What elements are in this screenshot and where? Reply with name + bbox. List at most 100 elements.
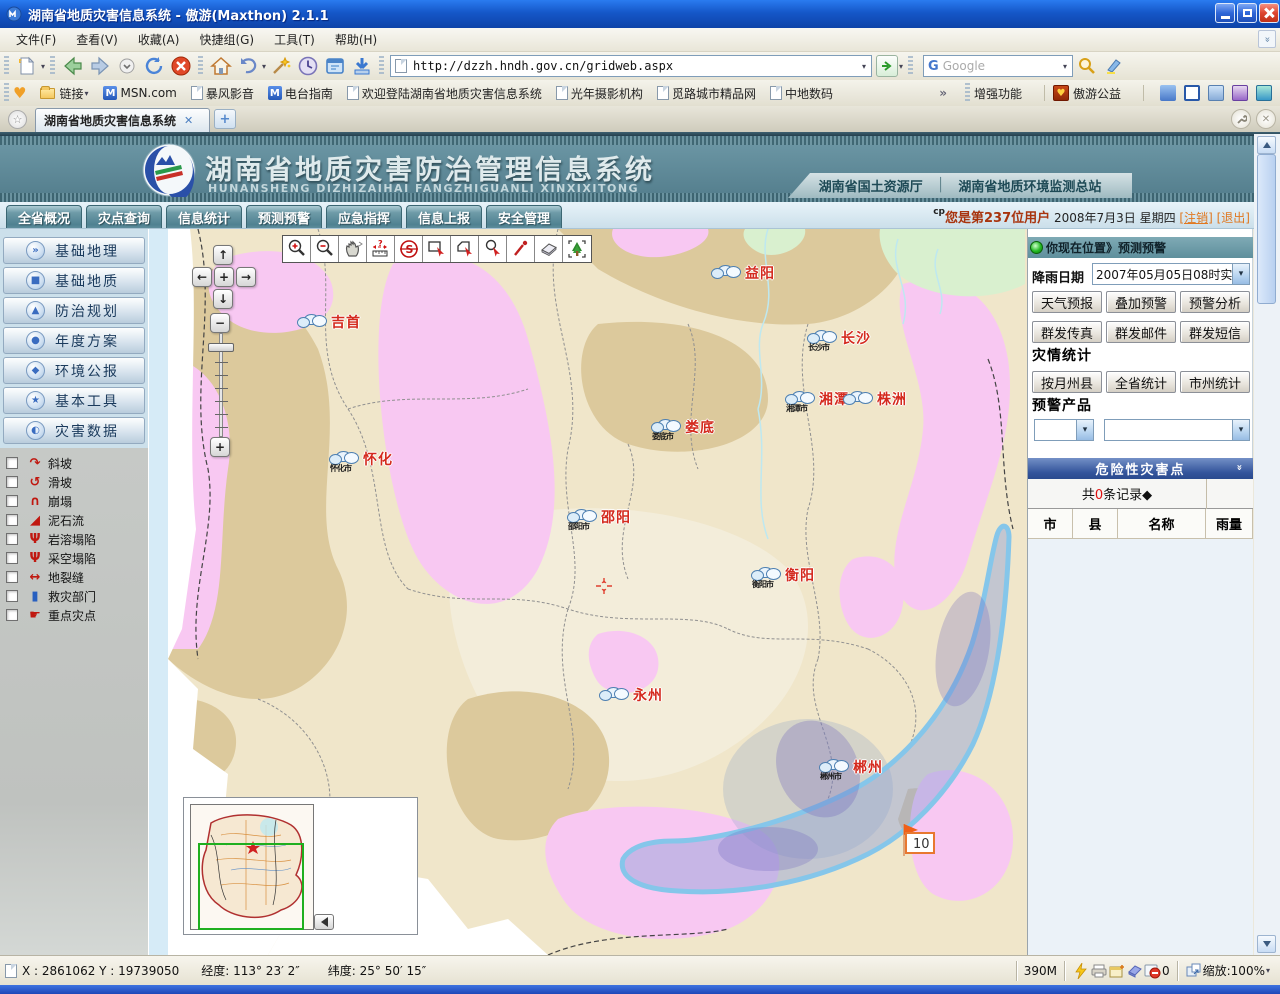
- bulk-fax-button[interactable]: 群发传真: [1032, 321, 1102, 343]
- collapse-checkbox[interactable]: [6, 495, 18, 507]
- slope-checkbox[interactable]: [6, 457, 18, 469]
- link-zhongdi[interactable]: 中地数码: [770, 85, 833, 102]
- product-item-select[interactable]: ▾: [1104, 419, 1250, 441]
- screen-capture-button[interactable]: [321, 54, 348, 78]
- pan-left-button[interactable]: ←: [192, 267, 212, 287]
- measure-tool[interactable]: ?: [367, 236, 395, 262]
- boost-button[interactable]: [1072, 963, 1090, 979]
- rain-date-select[interactable]: 2007年05月05日08时实况 ▾: [1092, 263, 1250, 285]
- fissure-checkbox[interactable]: [6, 571, 18, 583]
- sidebar-item-env-bulletin[interactable]: ◆环境公报: [3, 357, 145, 384]
- menu-help[interactable]: 帮助(H): [325, 28, 387, 51]
- eraser-tool[interactable]: [535, 236, 563, 262]
- search-engine-caret[interactable]: ▾: [1063, 62, 1067, 71]
- province-stats-button[interactable]: 全省统计: [1106, 371, 1176, 393]
- undo-caret[interactable]: ▾: [262, 62, 266, 71]
- download-button[interactable]: [348, 54, 375, 78]
- flag-marker[interactable]: 10: [899, 821, 939, 863]
- landslide-checkbox[interactable]: [6, 476, 18, 488]
- sidebar-item-basic-geography[interactable]: »基础地理: [3, 237, 145, 264]
- map-viewport[interactable]: ? S ↑ ← + → ↓ − + 吉首 益阳 长沙长沙市 湘潭湘潭市 株洲 娄…: [168, 229, 1028, 955]
- toolbar-collapse-button[interactable]: »: [1258, 30, 1276, 48]
- menu-tools[interactable]: 工具(T): [264, 28, 325, 51]
- pan-center-button[interactable]: +: [214, 267, 234, 287]
- address-caret-icon[interactable]: ▾: [862, 62, 866, 71]
- nav-tab-overview[interactable]: 全省概况: [6, 205, 82, 228]
- rescue-dept-checkbox[interactable]: [6, 590, 18, 602]
- city-marker-xiangtan[interactable]: 湘潭湘潭市: [784, 389, 849, 409]
- link-geo-monitor[interactable]: 湖南省地质环境监测总站: [944, 176, 1115, 195]
- menu-view[interactable]: 查看(V): [66, 28, 128, 51]
- pan-right-button[interactable]: →: [236, 267, 256, 287]
- nav-tab-forecast[interactable]: 预测预警: [246, 205, 322, 228]
- monthly-county-button[interactable]: 按月州县: [1032, 371, 1102, 393]
- key-points-checkbox[interactable]: [6, 609, 18, 621]
- filter-button[interactable]: [1126, 964, 1144, 978]
- maxthon-charity-link[interactable]: ♥傲游公益: [1053, 85, 1121, 102]
- zoom-slider-handle[interactable]: [208, 343, 234, 352]
- scroll-thumb[interactable]: [1257, 154, 1276, 304]
- zoom-level[interactable]: 缩放:100%: [1203, 962, 1265, 979]
- sidebar-item-basic-geology[interactable]: ■基础地质: [3, 267, 145, 294]
- scale-tool[interactable]: S: [395, 236, 423, 262]
- undo-button[interactable]: [234, 54, 261, 78]
- history-button[interactable]: [294, 54, 321, 78]
- zoom-caret-icon[interactable]: ▾: [1266, 966, 1270, 975]
- nav-tab-query[interactable]: 灾点查询: [86, 205, 162, 228]
- link-baofeng[interactable]: 暴风影音: [191, 85, 254, 102]
- skin-icon[interactable]: [1160, 85, 1176, 101]
- caret-down-icon[interactable]: ▾: [1076, 420, 1093, 440]
- full-extent-tool[interactable]: [563, 236, 591, 262]
- city-marker-changsha[interactable]: 长沙长沙市: [806, 328, 871, 348]
- chevron-double-icon[interactable]: »: [1233, 464, 1244, 472]
- menu-groups[interactable]: 快捷组(G): [189, 28, 264, 51]
- zoom-out-tool[interactable]: [311, 236, 339, 262]
- exit-link[interactable]: [退出]: [1217, 211, 1250, 225]
- new-page-caret[interactable]: ▾: [41, 62, 45, 71]
- forward-button[interactable]: [86, 54, 113, 78]
- city-marker-jishou[interactable]: 吉首: [296, 312, 361, 332]
- scroll-up-button[interactable]: [1257, 136, 1276, 154]
- product-type-select[interactable]: ▾: [1034, 419, 1094, 441]
- go-button[interactable]: [876, 55, 898, 77]
- pan-down-button[interactable]: ↓: [213, 289, 233, 309]
- search-box[interactable]: G Google ▾: [923, 55, 1073, 77]
- go-caret[interactable]: ▾: [899, 62, 903, 71]
- search-button[interactable]: [1073, 54, 1100, 78]
- zoom-in-tool[interactable]: [283, 236, 311, 262]
- pens-icon[interactable]: [1232, 85, 1248, 101]
- danger-points-header[interactable]: 危险性灾害点 »: [1028, 458, 1253, 479]
- debris-flow-checkbox[interactable]: [6, 514, 18, 526]
- bulk-email-button[interactable]: 群发邮件: [1106, 321, 1176, 343]
- city-marker-huaihua[interactable]: 怀化怀化市: [328, 449, 393, 469]
- menu-file[interactable]: 文件(F): [6, 28, 66, 51]
- address-input[interactable]: [411, 58, 861, 74]
- window-icon[interactable]: [1184, 85, 1200, 101]
- nav-tab-emergency[interactable]: 应急指挥: [326, 205, 402, 228]
- link-radio[interactable]: M电台指南: [268, 85, 333, 102]
- link-land-resources[interactable]: 湖南省国土资源厅: [805, 176, 937, 195]
- tab-close-icon[interactable]: ✕: [184, 114, 193, 127]
- plugin-icon[interactable]: [1256, 85, 1272, 101]
- address-bar[interactable]: ▾: [390, 55, 872, 77]
- city-marker-yiyang[interactable]: 益阳: [710, 263, 775, 283]
- link-milu[interactable]: 觅路城市精品网: [657, 85, 756, 102]
- toolbar-grip[interactable]: [4, 56, 9, 76]
- highlight-button[interactable]: [1100, 54, 1127, 78]
- nav-tab-report[interactable]: 信息上报: [406, 205, 482, 228]
- zoom-in-button[interactable]: +: [210, 437, 230, 457]
- refresh-button[interactable]: [140, 54, 167, 78]
- active-tab[interactable]: 湖南省地质灾害信息系统 ✕: [35, 108, 210, 132]
- link-msn[interactable]: MMSN.com: [103, 86, 176, 100]
- minimap-viewport-rect[interactable]: [198, 843, 304, 930]
- nav-tab-stats[interactable]: 信息统计: [166, 205, 242, 228]
- close-button[interactable]: [1259, 3, 1279, 23]
- sidebar-item-disaster-data[interactable]: ◐灾害数据: [3, 417, 145, 444]
- history-dropdown-button[interactable]: [113, 54, 140, 78]
- print-button[interactable]: [1090, 964, 1108, 978]
- zoom-out-button[interactable]: −: [210, 313, 230, 333]
- mining-checkbox[interactable]: [6, 552, 18, 564]
- link-hunan-system[interactable]: 欢迎登陆湖南省地质灾害信息系统: [347, 85, 542, 102]
- city-marker-hengyang[interactable]: 衡阳衡阳市: [750, 565, 815, 585]
- link-photo[interactable]: 光年摄影机构: [556, 85, 643, 102]
